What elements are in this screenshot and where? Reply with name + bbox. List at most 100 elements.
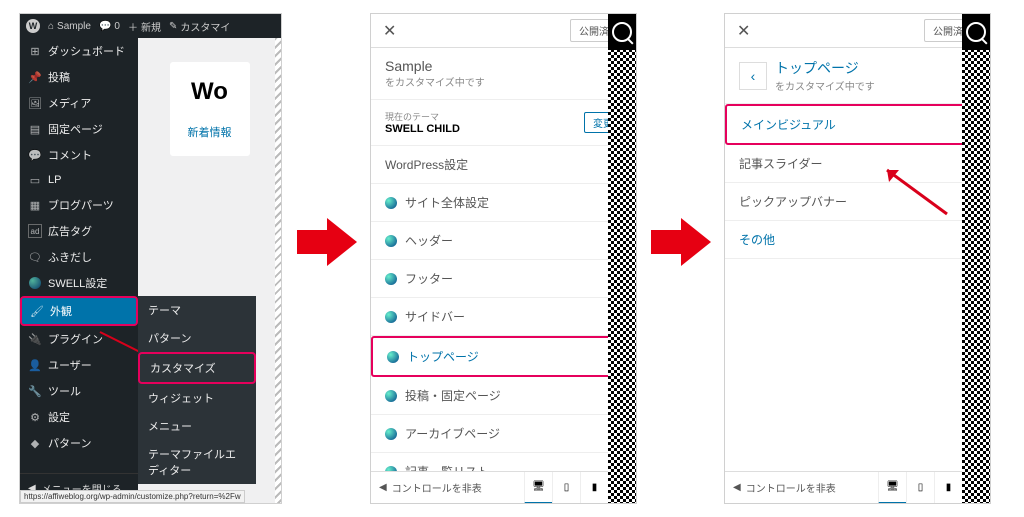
customizer-item-footer[interactable]: フッター›	[371, 260, 636, 298]
topbar-comments[interactable]: 💬 0	[99, 21, 120, 32]
theme-name: SWELL CHILD	[385, 123, 460, 135]
topbar-new-label: 新規	[141, 19, 161, 34]
topbar-customize-label: カスタマイ	[180, 19, 230, 34]
sidebar-item-label: 設定	[48, 409, 70, 425]
torn-edge-decoration	[275, 38, 282, 503]
flyout-item-menus[interactable]: メニュー	[138, 412, 256, 440]
customizer-item-main-visual[interactable]: メインビジュアル›	[725, 104, 990, 145]
admin-sidebar: ⊞ダッシュボード 📌投稿 🖼メディア ▤ 固定ページ 💬 コメント ▭LP ▦ ブログ…	[20, 38, 138, 503]
sidebar-item-label: SWELL設定	[48, 275, 107, 291]
close-button[interactable]: ✕	[379, 17, 400, 45]
wp-admin-panel: W ⌂ Sample 💬 0 ＋ 新規 ✎ カスタマイ ⊞ダッシュボード 📌投稿…	[19, 13, 282, 504]
device-tablet-button[interactable]: ▯	[906, 472, 934, 504]
search-icon[interactable]	[612, 22, 632, 42]
tool-icon: 🔧	[28, 384, 42, 398]
sidebar-item-tools[interactable]: 🔧 ツール	[20, 378, 138, 404]
sidebar-item-balloon[interactable]: 🗨 ふきだし	[20, 244, 138, 270]
device-desktop-button[interactable]: 🖥	[878, 472, 906, 504]
customizer-toppage-panel: ✕ 公開済み ‹ トップページ をカスタマイズ中です メインビジュアル› 記事ス…	[724, 13, 991, 504]
sidebar-item-users[interactable]: 👤ユーザー	[20, 352, 138, 378]
sidebar-item-dashboard[interactable]: ⊞ダッシュボード	[20, 38, 138, 64]
customizer-item-site[interactable]: サイト全体設定›	[371, 184, 636, 222]
plugin-icon: 🔌	[28, 332, 42, 346]
hide-controls-button[interactable]: ◀コントロールを非表	[371, 480, 524, 495]
customizer-item-toppage[interactable]: トップページ›	[371, 336, 636, 377]
wordpress-logo-icon[interactable]: W	[26, 19, 40, 33]
customizer-title: Sample	[385, 58, 485, 74]
sidebar-item-comments[interactable]: 💬 コメント	[20, 142, 138, 168]
sidebar-item-label: ユーザー	[48, 357, 92, 373]
step-arrow-icon	[296, 218, 358, 266]
comment-icon: 💬	[28, 148, 42, 162]
customizer-item-pickup-banner[interactable]: ピックアップバナー›	[725, 183, 990, 221]
brush-icon: 🖌	[30, 304, 44, 318]
device-desktop-button[interactable]: 🖥	[524, 472, 552, 504]
sidebar-item-patterns[interactable]: ◆パターン	[20, 430, 138, 456]
parts-icon: ▦	[28, 198, 42, 212]
customizer-item-label: ピックアップバナー	[739, 193, 847, 210]
customizer-item-post-page[interactable]: 投稿・固定ページ›	[371, 377, 636, 415]
new-info-link[interactable]: 新着情報	[178, 124, 242, 140]
collapse-left-icon: ◀	[733, 482, 741, 493]
topbar-new[interactable]: ＋ 新規	[128, 19, 161, 34]
sidebar-item-blogparts[interactable]: ▦ ブログパーツ	[20, 192, 138, 218]
sidebar-item-label: ダッシュボード	[48, 43, 125, 59]
balloon-icon: 🗨	[28, 250, 42, 264]
sidebar-item-appearance[interactable]: 🖌 外観	[20, 296, 138, 326]
sidebar-item-label: ツール	[48, 383, 81, 399]
flyout-item-themes[interactable]: テーマ	[138, 296, 256, 324]
flyout-item-widgets[interactable]: ウィジェット	[138, 384, 256, 412]
topbar-site[interactable]: ⌂ Sample	[48, 21, 91, 32]
flyout-item-customize[interactable]: カスタマイズ	[138, 352, 256, 384]
customizer-item-post-slider[interactable]: 記事スライダー›	[725, 145, 990, 183]
customizer-title: トップページ	[775, 58, 875, 78]
appearance-flyout: テーマ パターン カスタマイズ ウィジェット メニュー テーマファイルエディター	[138, 296, 256, 484]
customizer-item-label: サイドバー	[405, 308, 465, 325]
lp-icon: ▭	[28, 173, 42, 187]
sidebar-item-adtag[interactable]: ad 広告タグ	[20, 218, 138, 244]
search-icon[interactable]	[966, 22, 986, 42]
sidebar-item-label: ふきだし	[48, 249, 92, 265]
customizer-subtitle: をカスタマイズ中です	[385, 74, 485, 89]
sidebar-item-plugins[interactable]: 🔌プラグイン	[20, 326, 138, 352]
sidebar-item-swell[interactable]: SWELL設定	[20, 270, 138, 296]
swell-dot-icon	[385, 273, 397, 285]
flyout-item-theme-editor[interactable]: テーマファイルエディター	[138, 440, 256, 484]
page-icon: ▤	[28, 122, 42, 136]
preview-pattern	[962, 50, 990, 504]
swell-dot-icon	[387, 351, 399, 363]
device-mobile-button[interactable]: ▮	[580, 472, 608, 504]
customizer-item-sidebar[interactable]: サイドバー›	[371, 298, 636, 336]
topbar-customize[interactable]: ✎ カスタマイ	[169, 19, 230, 34]
close-button[interactable]: ✕	[733, 17, 754, 45]
sidebar-item-label: 外観	[50, 303, 72, 319]
sidebar-item-pages[interactable]: ▤ 固定ページ	[20, 116, 138, 142]
customizer-header: Sample をカスタマイズ中です	[371, 48, 636, 100]
theme-section: 現在のテーマ SWELL CHILD 変更	[371, 100, 636, 146]
sidebar-item-posts[interactable]: 📌投稿	[20, 64, 138, 90]
customizer-item-archive[interactable]: アーカイブページ›	[371, 415, 636, 453]
swell-dot-icon	[385, 311, 397, 323]
flyout-item-patterns[interactable]: パターン	[138, 324, 256, 352]
sidebar-item-label: 固定ページ	[48, 121, 103, 137]
customizer-item-wp-settings[interactable]: WordPress設定 ›	[371, 146, 636, 184]
device-tablet-button[interactable]: ▯	[552, 472, 580, 504]
sidebar-item-label: ブログパーツ	[48, 197, 114, 213]
ad-icon: ad	[28, 224, 42, 238]
hide-controls-button[interactable]: ◀コントロールを非表	[725, 480, 878, 495]
topbar-site-label: Sample	[57, 21, 91, 32]
swell-dot-icon	[385, 235, 397, 247]
device-mobile-button[interactable]: ▮	[934, 472, 962, 504]
preview-heading: Wo	[178, 78, 242, 106]
customizer-item-header[interactable]: ヘッダー›	[371, 222, 636, 260]
sidebar-item-lp[interactable]: ▭LP	[20, 168, 138, 192]
site-preview-card: Wo 新着情報	[170, 62, 250, 156]
customizer-footer: ◀コントロールを非表 🖥 ▯ ▮	[371, 471, 608, 503]
sidebar-item-label: 広告タグ	[48, 223, 92, 239]
sidebar-item-settings[interactable]: ⚙設定	[20, 404, 138, 430]
sidebar-item-label: コメント	[48, 147, 92, 163]
back-button[interactable]: ‹	[739, 62, 767, 90]
customizer-item-other[interactable]: その他›	[725, 221, 990, 259]
sidebar-item-media[interactable]: 🖼メディア	[20, 90, 138, 116]
swell-icon	[28, 276, 42, 290]
